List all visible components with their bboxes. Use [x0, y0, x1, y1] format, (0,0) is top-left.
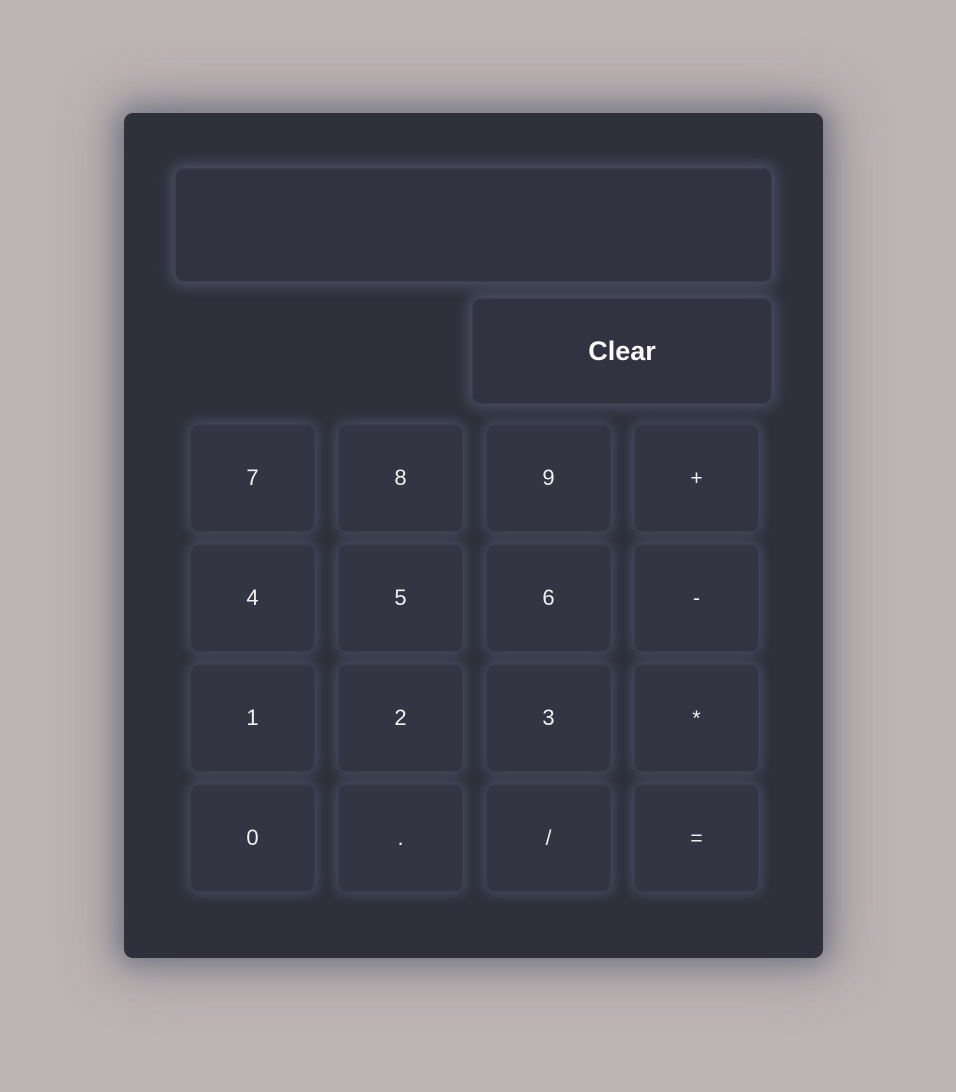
key-equals[interactable]: = — [634, 784, 759, 892]
key-5[interactable]: 5 — [338, 544, 463, 652]
key-9[interactable]: 9 — [486, 424, 611, 532]
key-4[interactable]: 4 — [190, 544, 315, 652]
key-plus[interactable]: + — [634, 424, 759, 532]
key-8[interactable]: 8 — [338, 424, 463, 532]
clear-button[interactable]: Clear — [472, 298, 772, 404]
calculator-display[interactable] — [175, 168, 772, 282]
calculator-panel: Clear 7 8 9 + 4 5 6 - 1 2 3 * 0 . / = — [124, 113, 823, 958]
key-minus[interactable]: - — [634, 544, 759, 652]
calculator-app: Clear 7 8 9 + 4 5 6 - 1 2 3 * 0 . / = — [0, 0, 956, 1092]
key-decimal[interactable]: . — [338, 784, 463, 892]
key-multiply[interactable]: * — [634, 664, 759, 772]
key-divide[interactable]: / — [486, 784, 611, 892]
key-6[interactable]: 6 — [486, 544, 611, 652]
keypad-grid: 7 8 9 + 4 5 6 - 1 2 3 * 0 . / = — [190, 424, 760, 892]
key-0[interactable]: 0 — [190, 784, 315, 892]
key-7[interactable]: 7 — [190, 424, 315, 532]
key-3[interactable]: 3 — [486, 664, 611, 772]
key-2[interactable]: 2 — [338, 664, 463, 772]
key-1[interactable]: 1 — [190, 664, 315, 772]
